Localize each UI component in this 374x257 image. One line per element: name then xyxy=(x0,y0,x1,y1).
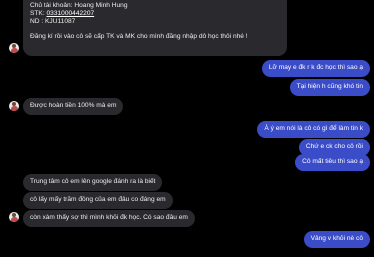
sender-avatar-icon[interactable] xyxy=(9,212,19,222)
transfer-note-text: ND : KJU11087 xyxy=(30,18,76,25)
register-message-text: Đăng kí rồi vào cô sẽ cấp TK và MK cho m… xyxy=(30,33,248,40)
incoming-message: còn xàm thấy sợ thì mình khỏi đk học. Có… xyxy=(23,210,195,227)
sender-avatar-icon[interactable] xyxy=(9,101,19,111)
outgoing-message: Lỡ may e đk r k đc học thì sao ạ xyxy=(261,60,370,77)
outgoing-message: Vâng v khỏi nè cô xyxy=(303,231,370,248)
bank-info-bubble: Chủ tài khoản: Hoang Minh Hung STK: 0331… xyxy=(23,0,287,56)
incoming-message: Được hoàn tiền 100% mà em xyxy=(23,98,124,115)
sender-avatar-icon[interactable] xyxy=(9,43,19,53)
incoming-message: Trung tâm cô em lên google đánh ra là bi… xyxy=(23,174,163,191)
account-number-label: STK: xyxy=(30,10,47,17)
account-number-row: STK: 0331000442207 xyxy=(30,10,280,18)
account-holder-text: Chủ tài khoản: Hoang Minh Hung xyxy=(30,2,128,9)
outgoing-message: Cô mất tiêu thì sao ạ xyxy=(295,154,370,171)
account-number-link[interactable]: 0331000442207 xyxy=(47,10,95,17)
incoming-message: cô lấy mấy trăm đồng của em đâu co đáng … xyxy=(23,192,173,209)
outgoing-message: À ý em nói là cô có gì để làm tin k xyxy=(257,121,370,138)
outgoing-message: Tại hiện h cũng khó tin xyxy=(289,79,370,96)
